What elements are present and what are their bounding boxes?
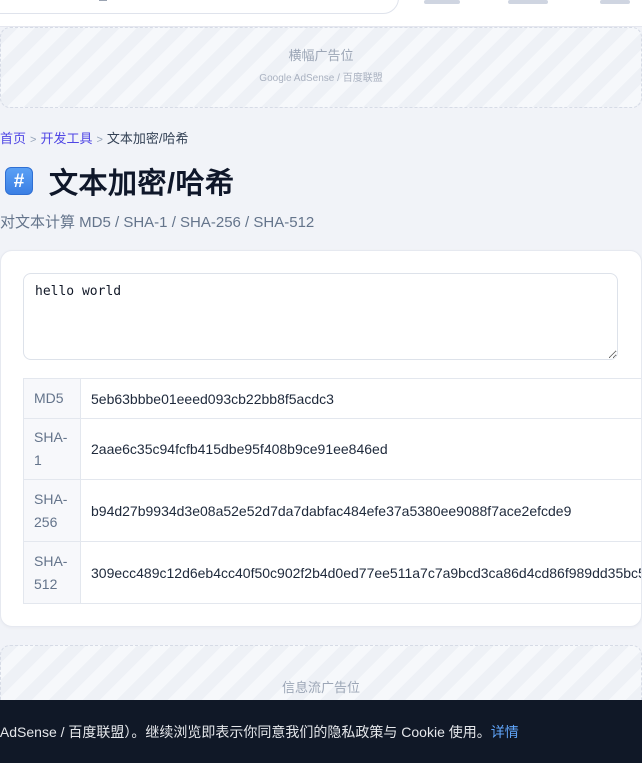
nav-link-stub[interactable] bbox=[508, 0, 548, 4]
cookie-details-link[interactable]: 详情 bbox=[491, 724, 519, 740]
cookie-consent-message: e AdSense / 百度联盟）。继续浏览即表示你同意我们的隐私政策与 Coo… bbox=[0, 722, 519, 742]
breadcrumb-separator: > bbox=[96, 134, 103, 146]
banner-ad-subtitle: Google AdSense / 百度联盟 bbox=[259, 73, 383, 84]
page-title: 文本加密/哈希 bbox=[49, 168, 235, 200]
search-caret-icon bbox=[99, 0, 107, 1]
table-row: SHA-1 2aae6c35c94fcfb415dbe95f408b9ce91e… bbox=[23, 418, 641, 480]
digest-value[interactable]: 309ecc489c12d6eb4cc40f50c902f2b4d0ed77ee… bbox=[80, 541, 641, 604]
cookie-consent-bar: e AdSense / 百度联盟）。继续浏览即表示你同意我们的隐私政策与 Coo… bbox=[0, 700, 642, 763]
algo-label: SHA-256 bbox=[23, 479, 81, 542]
breadcrumb-current: 文本加密/哈希 bbox=[106, 131, 189, 146]
algo-label: SHA-1 bbox=[23, 418, 81, 480]
hash-icon: # bbox=[5, 167, 33, 195]
nav-link-stub[interactable] bbox=[600, 0, 630, 4]
nav-link-stub[interactable] bbox=[424, 0, 460, 4]
banner-ad-slot[interactable]: 横幅广告位 Google AdSense / 百度联盟 bbox=[0, 27, 642, 108]
hash-results-table: MD5 5eb63bbbe01eeed093cb22bb8f5acdc3 SHA… bbox=[23, 378, 641, 604]
page-subtitle: 对文本计算 MD5 / SHA-1 / SHA-256 / SHA-512 bbox=[0, 214, 315, 231]
text-input[interactable] bbox=[23, 273, 618, 360]
banner-ad-title: 横幅广告位 bbox=[288, 48, 354, 63]
page-header: # 文本加密/哈希 bbox=[5, 163, 235, 200]
algo-label: SHA-512 bbox=[23, 541, 81, 604]
breadcrumb-category-link[interactable]: 开发工具 bbox=[40, 131, 92, 146]
digest-value[interactable]: 2aae6c35c94fcfb415dbe95f408b9ce91ee846ed bbox=[80, 418, 641, 480]
cookie-consent-text: e AdSense / 百度联盟）。继续浏览即表示你同意我们的隐私政策与 Coo… bbox=[0, 724, 491, 740]
search-input[interactable] bbox=[0, 0, 399, 14]
digest-value[interactable]: 5eb63bbbe01eeed093cb22bb8f5acdc3 bbox=[80, 378, 641, 419]
hash-tool-card: MD5 5eb63bbbe01eeed093cb22bb8f5acdc3 SHA… bbox=[0, 250, 642, 627]
breadcrumb: 首页 > 开发工具 > 文本加密/哈希 bbox=[0, 128, 189, 147]
feed-ad-title: 信息流广告位 bbox=[281, 680, 360, 695]
table-row: SHA-256 b94d27b9934d3e08a52e52d7da7dabfa… bbox=[23, 479, 641, 542]
table-row: SHA-512 309ecc489c12d6eb4cc40f50c902f2b4… bbox=[23, 541, 641, 604]
top-header bbox=[0, 0, 642, 27]
algo-label: MD5 bbox=[23, 378, 81, 419]
breadcrumb-home-link[interactable]: 首页 bbox=[0, 131, 26, 146]
digest-value[interactable]: b94d27b9934d3e08a52e52d7da7dabfac484efe3… bbox=[80, 479, 641, 542]
table-row: MD5 5eb63bbbe01eeed093cb22bb8f5acdc3 bbox=[23, 378, 641, 419]
page: 横幅广告位 Google AdSense / 百度联盟 首页 > 开发工具 > 文本加密… bbox=[0, 0, 642, 763]
breadcrumb-separator: > bbox=[30, 134, 37, 146]
